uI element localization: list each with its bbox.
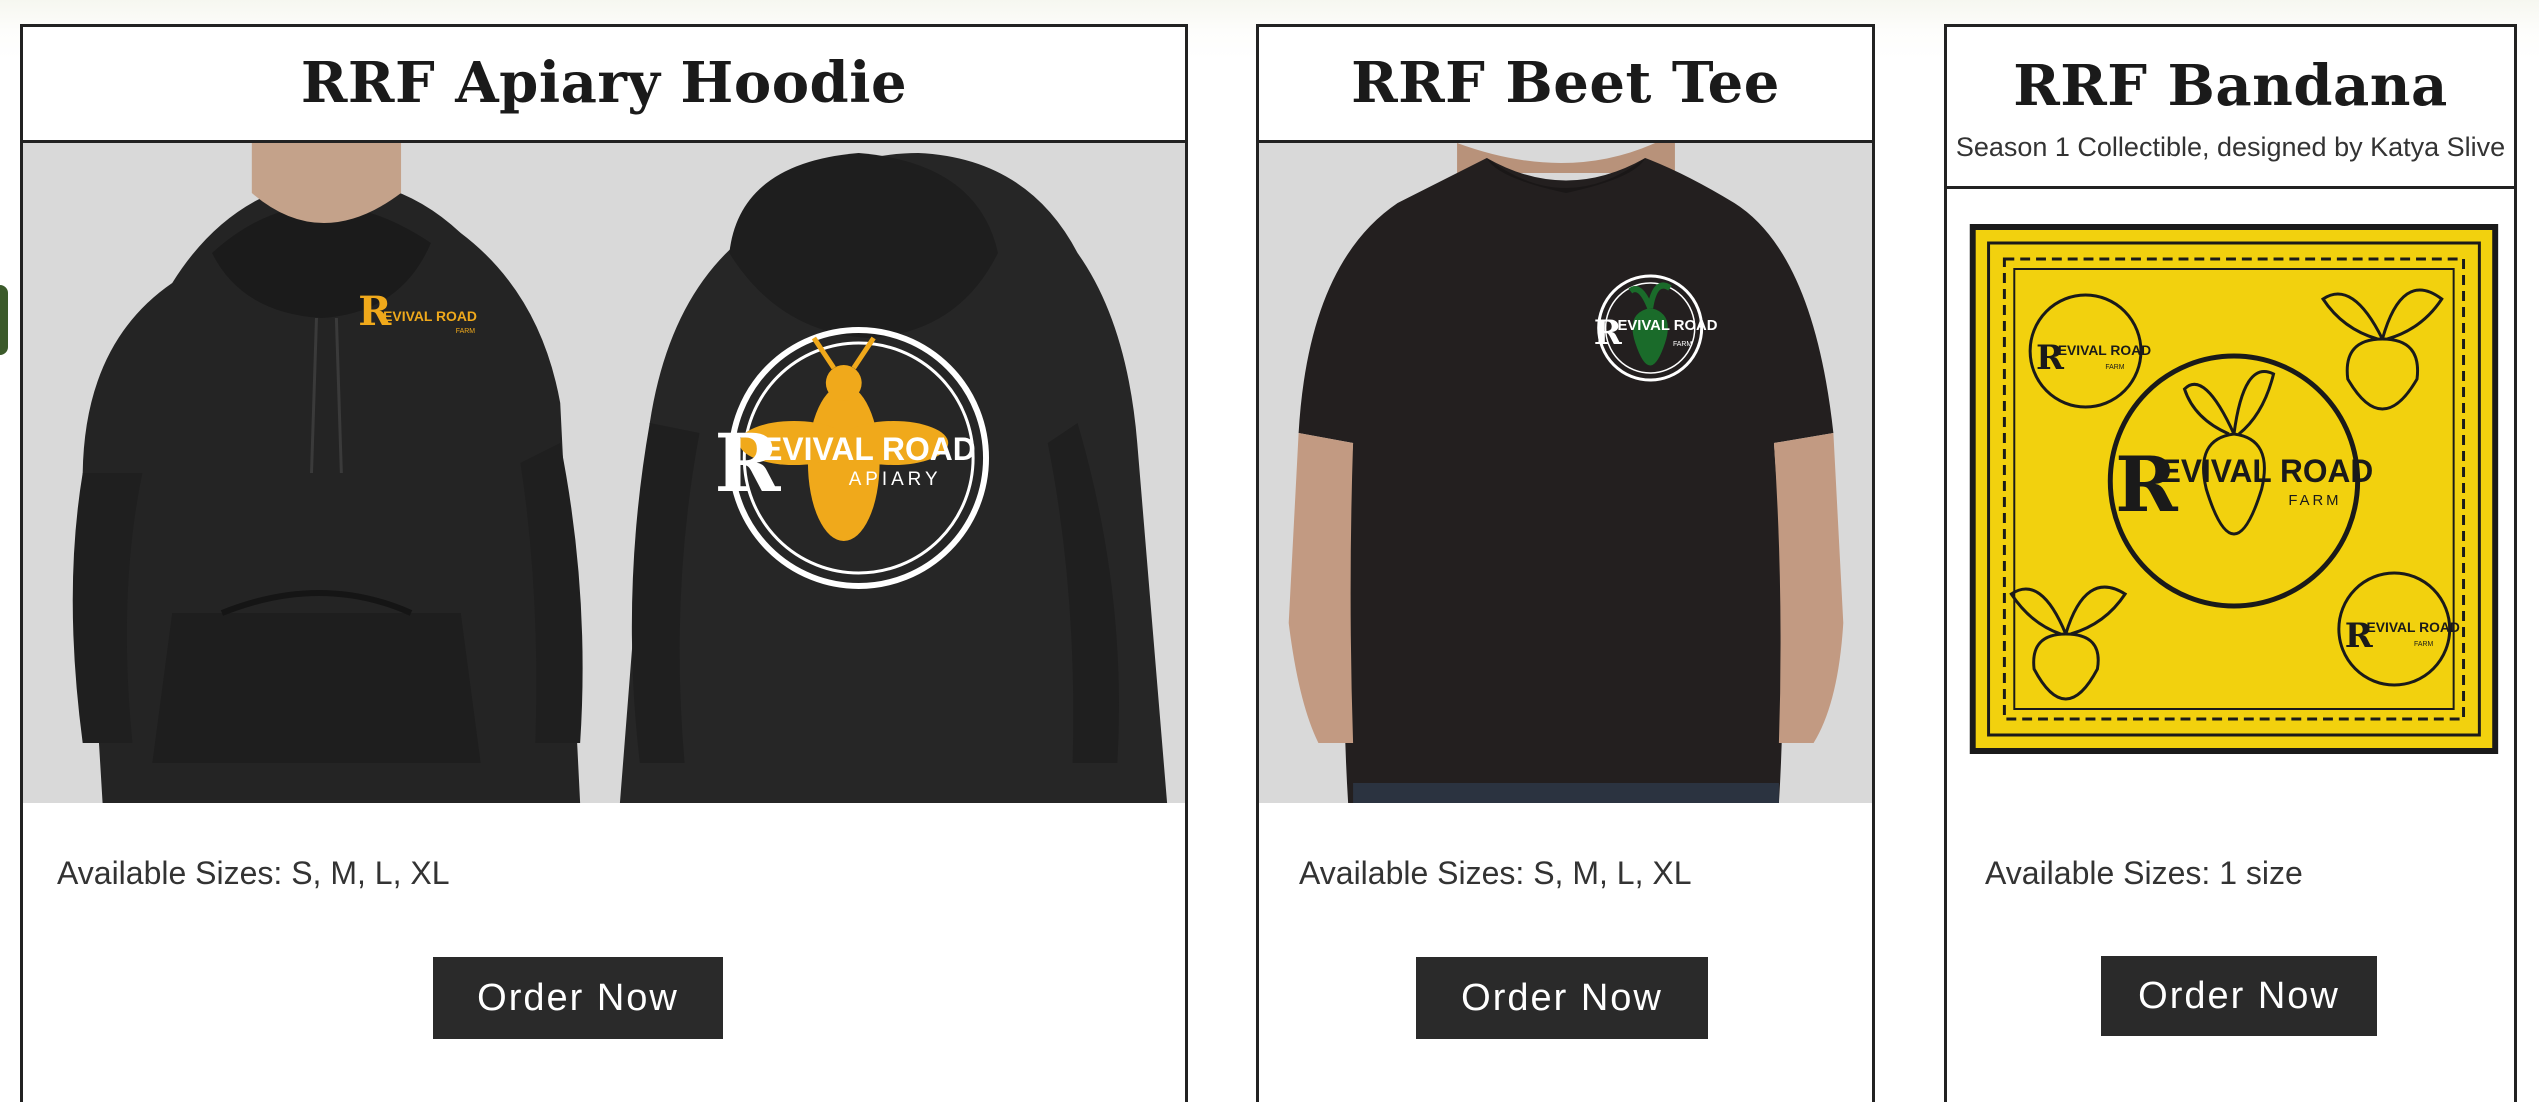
tee-illustration: R EVIVAL ROAD FARM <box>1259 143 1872 803</box>
svg-text:EVIVAL ROAD: EVIVAL ROAD <box>383 308 477 324</box>
svg-text:FARM: FARM <box>1673 341 1692 348</box>
svg-text:FARM: FARM <box>2105 364 2124 371</box>
product-image-hoodie[interactable]: R EVIVAL ROAD FARM R EVIVAL ROAD APIARY <box>23 143 1185 803</box>
product-title: RRF Beet Tee <box>1351 50 1780 116</box>
card-header: RRF Apiary Hoodie <box>23 27 1185 143</box>
product-title: RRF Bandana <box>2013 53 2448 119</box>
available-sizes: Available Sizes: 1 size <box>1985 855 2303 891</box>
svg-text:FARM: FARM <box>2414 641 2433 648</box>
product-card-bandana: RRF Bandana Season 1 Collectible, design… <box>1944 24 2517 1102</box>
svg-text:EVIVAL ROAD: EVIVAL ROAD <box>761 431 976 467</box>
svg-text:FARM: FARM <box>456 328 476 335</box>
svg-text:FARM: FARM <box>2288 492 2341 509</box>
product-subtitle: Season 1 Collectible, designed by Katya … <box>1955 132 2506 162</box>
product-title: RRF Apiary Hoodie <box>300 50 908 116</box>
order-now-button-bandana[interactable]: Order Now <box>2101 956 2377 1036</box>
svg-text:EVIVAL ROAD: EVIVAL ROAD <box>2058 342 2151 358</box>
order-now-button-tee[interactable]: Order Now <box>1416 957 1708 1039</box>
svg-text:EVIVAL ROAD: EVIVAL ROAD <box>2160 453 2373 489</box>
available-sizes: Available Sizes: S, M, L, XL <box>1299 855 1692 891</box>
card-header: RRF Beet Tee <box>1259 27 1872 143</box>
svg-text:EVIVAL ROAD: EVIVAL ROAD <box>1617 317 1717 334</box>
card-header: RRF Bandana Season 1 Collectible, design… <box>1947 27 2514 189</box>
product-card-tee: RRF Beet Tee R EVIVAL ROAD FARM Availabl… <box>1256 24 1875 1102</box>
available-sizes: Available Sizes: S, M, L, XL <box>57 855 450 891</box>
svg-text:EVIVAL ROAD: EVIVAL ROAD <box>2367 619 2460 635</box>
hoodie-illustration: R EVIVAL ROAD FARM R EVIVAL ROAD APIARY <box>23 143 1185 803</box>
svg-text:APIARY: APIARY <box>849 469 942 490</box>
bandana-illustration: R EVIVAL ROAD FARM R EVIVAL ROAD FARM R … <box>1947 189 2514 803</box>
product-image-bandana[interactable]: R EVIVAL ROAD FARM R EVIVAL ROAD FARM R … <box>1947 189 2514 803</box>
product-image-tee[interactable]: R EVIVAL ROAD FARM <box>1259 143 1872 803</box>
leaf-decoration <box>0 285 8 355</box>
order-now-button-hoodie[interactable]: Order Now <box>433 957 723 1039</box>
product-card-hoodie: RRF Apiary Hoodie R EVIVAL ROAD FARM R E… <box>20 24 1188 1102</box>
